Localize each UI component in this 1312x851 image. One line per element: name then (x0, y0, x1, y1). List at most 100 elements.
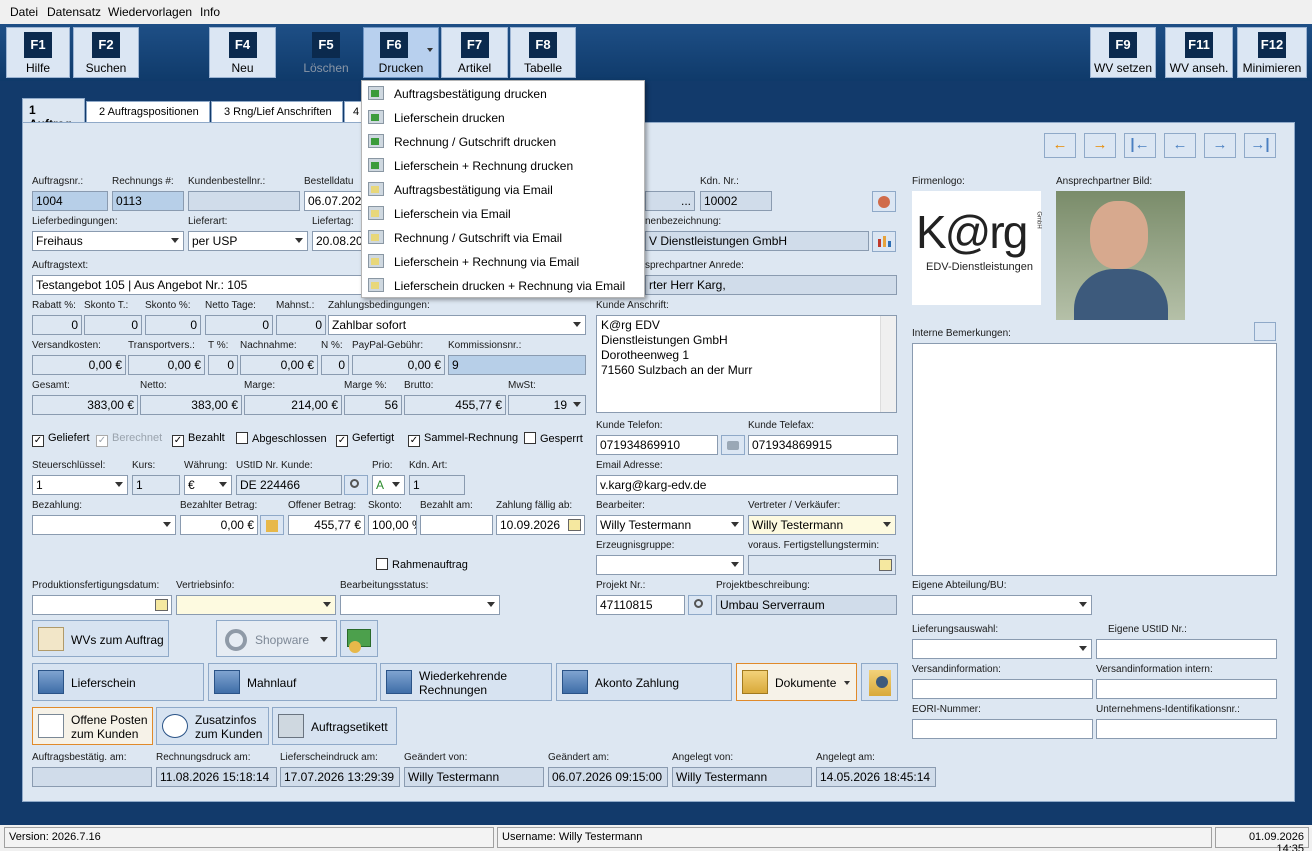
projektnr-field[interactable]: 47110815 (596, 595, 685, 615)
mahnlauf-button[interactable]: Mahnlauf (208, 663, 377, 701)
help-button[interactable]: F1 Hilfe (6, 27, 70, 78)
print-button[interactable]: F6 Drucken (363, 27, 439, 78)
kurs-field[interactable]: 1 (132, 475, 180, 495)
menu-datei[interactable]: Datei (10, 5, 38, 19)
abteilung-select[interactable] (912, 595, 1092, 615)
liefertag-field[interactable]: 20.08.20 (312, 231, 362, 251)
angelegtam-field[interactable]: 14.05.2026 18:45:14 (816, 767, 936, 787)
nettotage-field[interactable]: 0 (205, 315, 273, 335)
bezahlung-select[interactable] (32, 515, 176, 535)
waehrung-select[interactable]: € (184, 475, 232, 495)
transportvers-field[interactable]: 0,00 € (128, 355, 205, 375)
kundenbestellnr-field[interactable] (188, 191, 300, 211)
eigeneustid-field[interactable] (1096, 639, 1277, 659)
menu-item-lieferschein-drucken-rechnung-email[interactable]: Lieferschein drucken + Rechnung via Emai… (362, 274, 644, 298)
bestelldatum-field[interactable]: 06.07.202 (304, 191, 362, 211)
arrow-left-icon[interactable]: ← (1044, 133, 1076, 158)
tab-4[interactable]: 4 (344, 101, 362, 122)
versandintern-field[interactable] (1096, 679, 1277, 699)
lieferschein-button[interactable]: Lieferschein (32, 663, 204, 701)
telefon-field[interactable]: 071934869910 (596, 435, 718, 455)
voraus-field[interactable] (748, 555, 896, 575)
first-record-icon[interactable]: |← (1124, 133, 1156, 158)
menu-item-lieferschein-rechnung-drucken[interactable]: Lieferschein + Rechnung drucken (362, 154, 644, 178)
calendar-icon[interactable] (155, 599, 168, 611)
offenerbetrag-field[interactable]: 455,77 € (288, 515, 365, 535)
geaendertam-field[interactable]: 06.07.2026 09:15:00 (548, 767, 668, 787)
geaendertvon-field[interactable]: Willy Testermann (404, 767, 544, 787)
menu-item-rechnung-email[interactable]: Rechnung / Gutschrift via Email (362, 226, 644, 250)
bearbeiter-select[interactable]: Willy Testermann (596, 515, 744, 535)
last-record-icon[interactable]: →| (1244, 133, 1276, 158)
calendar-icon[interactable] (568, 519, 581, 531)
chevron-down-icon[interactable] (427, 48, 433, 52)
liefdruck-field[interactable]: 17.07.2026 13:29:39 (280, 767, 400, 787)
money-icon[interactable] (340, 620, 378, 657)
skonto-p-field[interactable]: 0 (145, 315, 201, 335)
lieferbedingungen-select[interactable]: Freihaus (32, 231, 184, 251)
vertrieb-select[interactable] (176, 595, 336, 615)
shopware-button[interactable]: Shopware (216, 620, 337, 657)
prev-record-icon[interactable]: ← (1164, 133, 1196, 158)
nachnahme-field[interactable]: 0,00 € (240, 355, 318, 375)
versandinfo-field[interactable] (912, 679, 1093, 699)
rahmenauftrag-checkbox[interactable]: Rahmenauftrag (376, 558, 468, 571)
chart-icon[interactable] (872, 231, 896, 252)
wv-set-button[interactable]: F9 WV setzen (1090, 27, 1156, 78)
kdnart-field[interactable]: 1 (409, 475, 465, 495)
menu-item-ab-drucken[interactable]: Auftragsbestätigung drucken (362, 82, 644, 106)
menu-wiedervorlagen[interactable]: Wiedervorlagen (108, 5, 192, 19)
vertreter-select[interactable]: Willy Testermann (748, 515, 896, 535)
sammel-rechnung-checkbox[interactable]: ✓ Sammel-Rechnung (408, 432, 518, 447)
article-button[interactable]: F7 Artikel (441, 27, 508, 78)
mahnst-field[interactable]: 0 (276, 315, 326, 335)
abdate-field[interactable] (32, 767, 152, 787)
skonto-t-field[interactable]: 0 (84, 315, 142, 335)
tab-anschriften[interactable]: 3 Rng/Lief Anschriften (211, 101, 343, 122)
t-proz-field[interactable]: 0 (208, 355, 238, 375)
bezahlt-checkbox[interactable]: ✓ Bezahlt (172, 432, 225, 447)
n-proz-field[interactable]: 0 (321, 355, 349, 375)
arrow-right-icon[interactable]: → (1084, 133, 1116, 158)
rechnungsnr-field[interactable]: 0113 (112, 191, 184, 211)
angelegtvon-field[interactable]: Willy Testermann (672, 767, 812, 787)
email-field[interactable]: v.karg@karg-edv.de (596, 475, 898, 495)
gesperrt-checkbox[interactable]: Gesperrt (524, 432, 583, 445)
versandkosten-field[interactable]: 0,00 € (32, 355, 126, 375)
lieferart-select[interactable]: per USP (188, 231, 308, 251)
skonto-field[interactable]: 100,00 % (368, 515, 417, 535)
auftragsetikett-button[interactable]: Auftragsetikett (272, 707, 397, 745)
kommission-field[interactable]: 9 (448, 355, 586, 375)
customer-card-icon[interactable] (872, 191, 896, 212)
table-button[interactable]: F8 Tabelle (510, 27, 576, 78)
customer-lookup-button[interactable]: ... (645, 191, 695, 211)
bezahlterbetrag-field[interactable]: 0,00 € (180, 515, 258, 535)
steuer-select[interactable]: 1 (32, 475, 128, 495)
menu-item-lieferschein-email[interactable]: Lieferschein via Email (362, 202, 644, 226)
lieferauswahl-select[interactable] (912, 639, 1092, 659)
faellig-field[interactable]: 10.09.2026 (496, 515, 585, 535)
edit-notes-icon[interactable] (1254, 322, 1276, 341)
menu-item-ab-email[interactable]: Auftragsbestätigung via Email (362, 178, 644, 202)
offene-posten-button[interactable]: Offene Posten zum Kunden (32, 707, 153, 745)
minimize-button[interactable]: F12 Minimieren (1237, 27, 1307, 78)
prio-select[interactable]: A (372, 475, 405, 495)
menu-datensatz[interactable]: Datensatz (47, 5, 101, 19)
wiederkehrende-rechnungen-button[interactable]: Wiederkehrende Rechnungen (380, 663, 552, 701)
auftragstext-field[interactable]: Testangebot 105 | Aus Angebot Nr.: 105 (32, 275, 362, 295)
tab-auftragspositionen[interactable]: 2 Auftragspositionen (86, 101, 210, 122)
marge-field[interactable]: 214,00 € (244, 395, 342, 415)
bezahltam-field[interactable] (420, 515, 493, 535)
akonto-zahlung-button[interactable]: Akonto Zahlung (556, 663, 732, 701)
anrede-field[interactable]: rter Herr Karg, (645, 275, 897, 295)
gesamt-field[interactable]: 383,00 € (32, 395, 138, 415)
calendar-icon[interactable] (879, 559, 892, 571)
auftragsnr-field[interactable]: 1004 (32, 191, 108, 211)
marge-p-field[interactable]: 56 (344, 395, 402, 415)
tab-auftrag[interactable]: 1 Auftrag (22, 98, 85, 131)
search-button[interactable]: F2 Suchen (73, 27, 139, 78)
erzeugnis-select[interactable] (596, 555, 744, 575)
zahlungsbed-select[interactable]: Zahlbar sofort (328, 315, 586, 335)
rabatt-field[interactable]: 0 (32, 315, 82, 335)
menu-item-lieferschein-rechnung-email[interactable]: Lieferschein + Rechnung via Email (362, 250, 644, 274)
